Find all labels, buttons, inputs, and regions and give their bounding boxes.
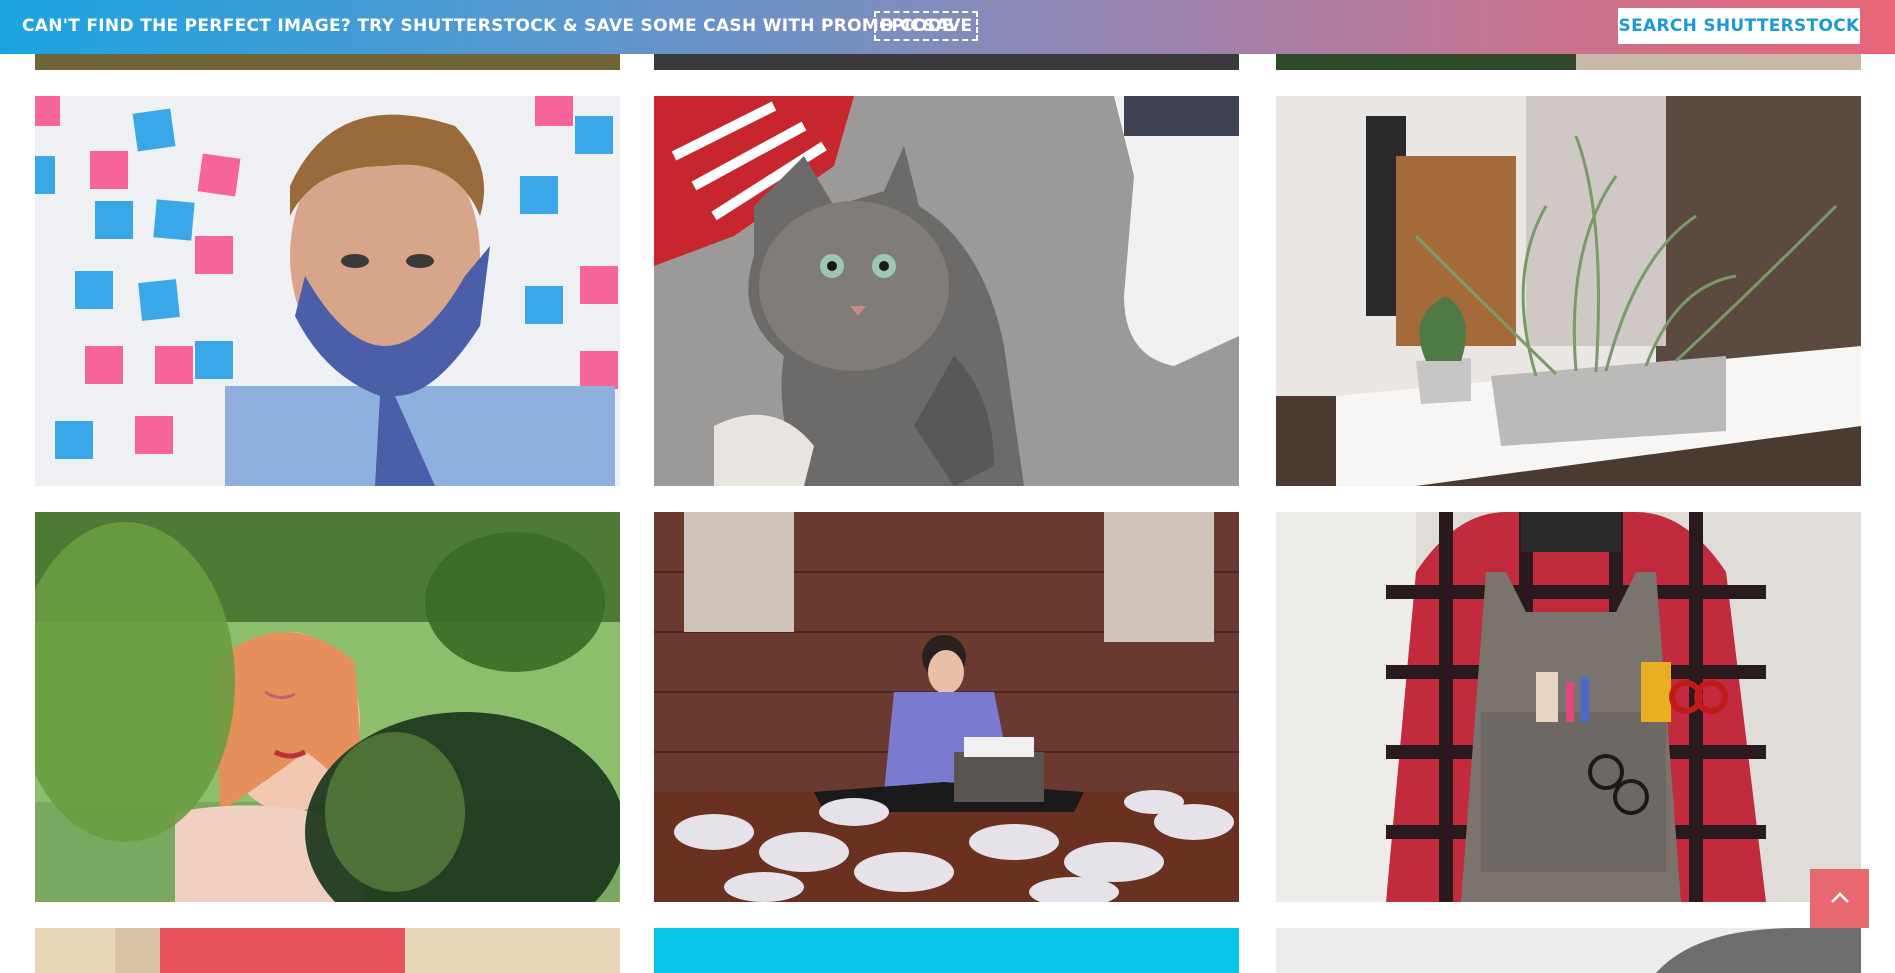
search-shutterstock-button[interactable]: SEARCH SHUTTERSTOCK bbox=[1618, 8, 1860, 44]
gallery-image-cyan-block[interactable] bbox=[654, 928, 1239, 973]
scroll-to-top-button[interactable] bbox=[1810, 869, 1869, 928]
promo-code[interactable]: EPICSAVE bbox=[874, 11, 978, 41]
promo-message: CAN'T FIND THE PERFECT IMAGE? TRY SHUTTE… bbox=[22, 16, 954, 36]
gallery-image-succulent-planter[interactable] bbox=[1276, 96, 1861, 486]
gallery-image-man-tie[interactable] bbox=[35, 96, 620, 486]
gallery-image-red-door[interactable] bbox=[35, 928, 620, 973]
promo-banner: CAN'T FIND THE PERFECT IMAGE? TRY SHUTTE… bbox=[0, 0, 1895, 54]
gallery-image-grey-portrait[interactable] bbox=[1276, 928, 1861, 973]
gallery-image-woman-typewriter[interactable] bbox=[654, 512, 1239, 902]
chevron-up-icon bbox=[1830, 889, 1850, 908]
gallery-image-man-apron[interactable] bbox=[1276, 512, 1861, 902]
gallery-image-woman-leaves[interactable] bbox=[35, 512, 620, 902]
gallery-image-cat-sneakers[interactable] bbox=[654, 96, 1239, 486]
